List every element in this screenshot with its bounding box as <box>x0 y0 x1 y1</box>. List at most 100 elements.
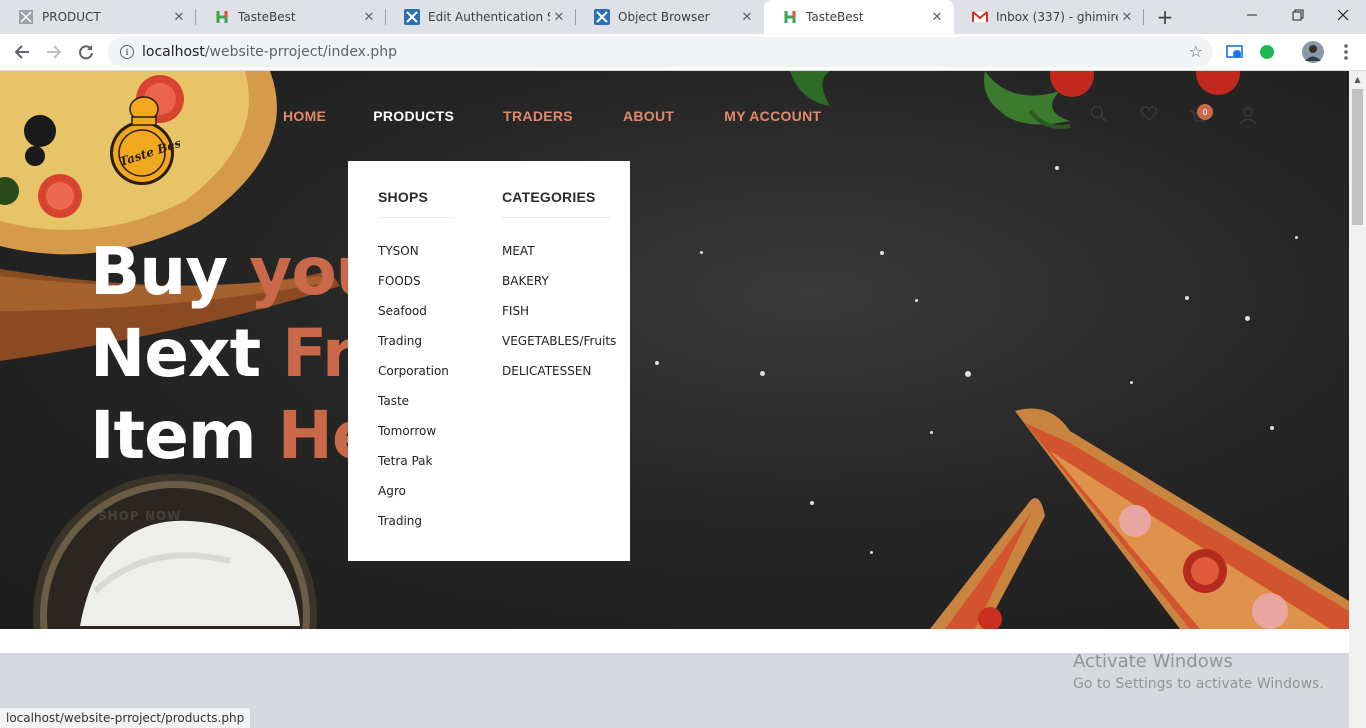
shop-link-tomorrow[interactable]: Tomorrow <box>378 416 452 446</box>
shop-link-seafood[interactable]: Seafood <box>378 296 452 326</box>
tab-title: PRODUCT <box>42 10 101 24</box>
nav-traders[interactable]: TRADERS <box>503 108 573 124</box>
back-arrow-icon[interactable] <box>8 38 36 66</box>
tab-product[interactable]: PRODUCT ✕ <box>0 0 196 34</box>
close-icon[interactable]: ✕ <box>928 10 946 25</box>
gmail-icon <box>972 9 988 25</box>
flour-speck <box>1185 296 1189 300</box>
activate-windows-subtitle: Go to Settings to activate Windows. <box>1073 676 1324 692</box>
new-tab-button[interactable]: + <box>1152 4 1178 30</box>
tastebest-h-icon <box>782 9 798 25</box>
address-url: localhost/website-prroject/index.php <box>142 44 398 60</box>
flour-speck <box>870 551 873 554</box>
activate-windows-title: Activate Windows <box>1073 651 1233 672</box>
nav-about[interactable]: ABOUT <box>623 108 674 124</box>
close-icon[interactable]: ✕ <box>360 10 378 25</box>
flour-speck <box>810 501 814 505</box>
category-link-bakery[interactable]: BAKERY <box>502 266 610 296</box>
flour-speck <box>880 251 884 255</box>
shop-link-tyson[interactable]: TYSON <box>378 236 452 266</box>
shop-link-agro[interactable]: Agro <box>378 476 452 506</box>
category-link-vegetables[interactable]: VEGETABLES/Fruits <box>502 326 616 356</box>
flour-speck <box>1245 316 1250 321</box>
shop-link-tetra-pak[interactable]: Tetra Pak <box>378 446 452 476</box>
shop-link-taste[interactable]: Taste <box>378 386 452 416</box>
tab-gmail[interactable]: Inbox (337) - ghimiresal ✕ <box>954 0 1144 34</box>
tab-edit-auth[interactable]: Edit Authentication Sch ✕ <box>386 0 576 34</box>
category-link-fish[interactable]: FISH <box>502 296 610 326</box>
close-window-icon[interactable] <box>1320 0 1366 30</box>
flour-speck <box>760 371 765 376</box>
flour-speck <box>1130 381 1133 384</box>
flour-speck <box>700 251 703 254</box>
categories-column: CATEGORIES MEAT BAKERY FISH VEGETABLES/F… <box>502 189 616 386</box>
scroll-up-arrow-icon[interactable]: ▲ <box>1349 71 1366 88</box>
broken-image-icon <box>18 9 34 25</box>
link-status-bar: localhost/website-prroject/products.php <box>0 707 252 728</box>
evernote-extension-icon[interactable] <box>1257 42 1277 62</box>
activate-windows-watermark: Activate Windows Go to Settings to activ… <box>1073 651 1324 692</box>
minimize-icon[interactable] <box>1229 0 1275 30</box>
info-icon[interactable]: i <box>120 45 134 59</box>
flour-speck <box>1270 426 1274 430</box>
tab-strip: PRODUCT ✕ TasteBest ✕ Edit Authenticatio… <box>0 0 1366 34</box>
shop-link-foods[interactable]: FOODS <box>378 266 452 296</box>
section-gap <box>0 629 1349 653</box>
shop-link-trading[interactable]: Trading <box>378 326 452 356</box>
category-link-meat[interactable]: MEAT <box>502 236 610 266</box>
page-viewport: Taste Best HOME PRODUCTS TRADERS ABOUT M… <box>0 71 1349 728</box>
site-logo[interactable]: Taste Best <box>108 95 189 185</box>
user-icon[interactable] <box>1238 105 1258 129</box>
restore-icon[interactable] <box>1275 0 1321 30</box>
shop-now-link[interactable]: SHOP NOW <box>98 509 181 523</box>
tab-tastebest-1[interactable]: TasteBest ✕ <box>196 0 386 34</box>
address-bar[interactable]: i localhost/website-prroject/index.php ☆ <box>108 37 1213 67</box>
flour-speck <box>965 371 971 377</box>
nav-products[interactable]: PRODUCTS <box>373 108 454 124</box>
heart-icon[interactable] <box>1140 105 1158 127</box>
tab-title: Inbox (337) - ghimiresal <box>996 10 1118 24</box>
tab-tastebest-active[interactable]: TasteBest ✕ <box>764 0 954 34</box>
main-nav: HOME PRODUCTS TRADERS ABOUT MY ACCOUNT <box>283 108 821 124</box>
reload-icon[interactable] <box>72 38 100 66</box>
category-link-delicatessen[interactable]: DELICATESSEN <box>502 356 610 386</box>
bookmark-star-icon[interactable]: ☆ <box>1189 42 1203 61</box>
tastebest-h-icon <box>214 9 230 25</box>
flour-speck <box>655 361 659 365</box>
close-icon[interactable]: ✕ <box>550 10 568 25</box>
menu-kebab-icon[interactable] <box>1336 42 1356 62</box>
tab-title: Object Browser <box>618 10 710 24</box>
shops-heading: SHOPS <box>378 189 452 218</box>
tab-title: Edit Authentication Sch <box>428 10 550 24</box>
search-icon[interactable] <box>1090 105 1108 127</box>
nav-home[interactable]: HOME <box>283 108 326 124</box>
tab-object-browser[interactable]: Object Browser ✕ <box>576 0 764 34</box>
flour-speck <box>930 431 933 434</box>
shops-column: SHOPS TYSON FOODS Seafood Trading Corpor… <box>378 189 452 536</box>
close-icon[interactable]: ✕ <box>1118 10 1136 25</box>
close-icon[interactable]: ✕ <box>170 10 188 25</box>
xampp-icon <box>404 9 420 25</box>
xampp-icon <box>594 9 610 25</box>
hero-banner: Taste Best HOME PRODUCTS TRADERS ABOUT M… <box>0 71 1349 629</box>
categories-heading: CATEGORIES <box>502 189 610 218</box>
nav-my-account[interactable]: MY ACCOUNT <box>724 108 821 124</box>
products-dropdown: SHOPS TYSON FOODS Seafood Trading Corpor… <box>348 161 630 561</box>
tab-title: TasteBest <box>238 10 296 24</box>
categories-list: MEAT BAKERY FISH VEGETABLES/Fruits DELIC… <box>502 236 616 386</box>
tab-title: TasteBest <box>806 10 864 24</box>
forward-arrow-icon[interactable] <box>40 38 68 66</box>
shops-list: TYSON FOODS Seafood Trading Corporation … <box>378 236 452 536</box>
flour-speck <box>1055 166 1059 170</box>
shop-link-corporation[interactable]: Corporation <box>378 356 452 386</box>
flour-speck <box>1295 236 1298 239</box>
browser-toolbar: i localhost/website-prroject/index.php ☆ <box>0 34 1366 71</box>
profile-avatar[interactable] <box>1302 41 1324 63</box>
page-scrollbar[interactable]: ▲ <box>1349 71 1366 728</box>
cast-extension-icon[interactable] <box>1225 42 1245 62</box>
cart-count-badge: 0 <box>1197 104 1213 120</box>
close-icon[interactable]: ✕ <box>738 10 756 25</box>
shop-link-trading-2[interactable]: Trading <box>378 506 452 536</box>
scrollbar-thumb[interactable] <box>1352 89 1363 225</box>
flour-speck <box>915 299 918 302</box>
